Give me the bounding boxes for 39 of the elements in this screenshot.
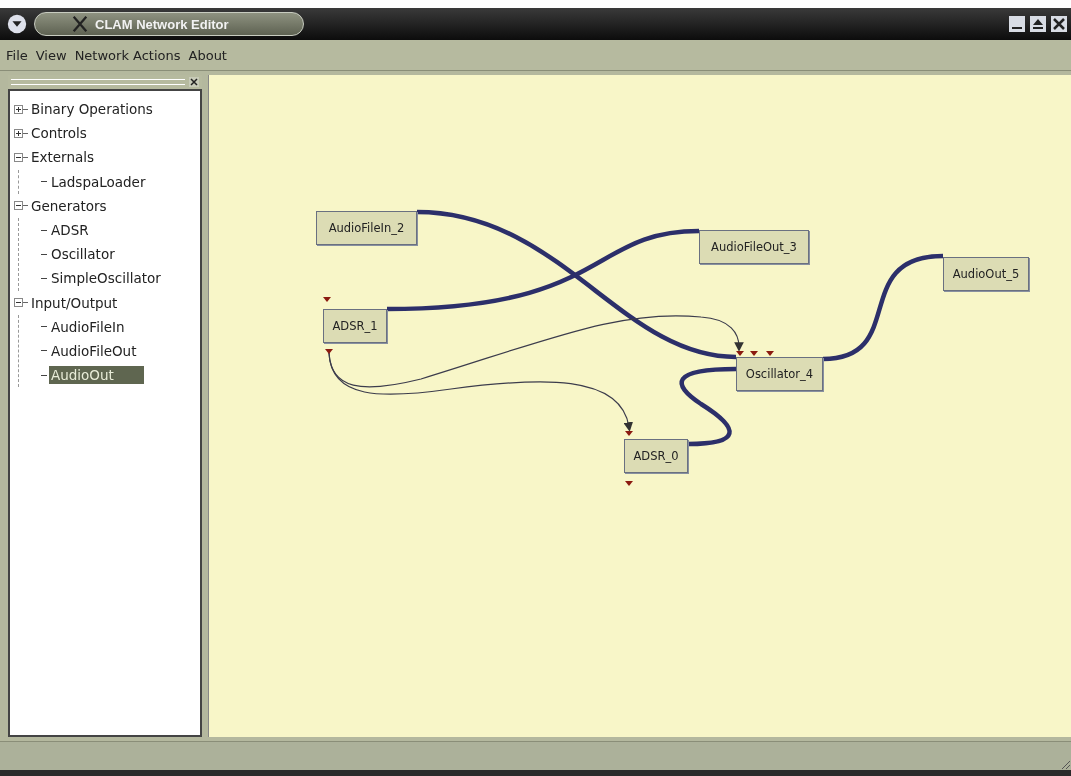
window-title: CLAM Network Editor xyxy=(95,16,229,32)
close-icon[interactable] xyxy=(1051,16,1067,32)
tree-item[interactable]: ADSR xyxy=(49,221,91,240)
menu-item[interactable]: File xyxy=(6,47,28,63)
expand-icon[interactable] xyxy=(14,104,23,114)
port-marker[interactable] xyxy=(323,297,331,302)
processing-node[interactable]: ADSR_1 xyxy=(323,309,387,343)
tree-item[interactable]: SimpleOscillator xyxy=(49,269,163,288)
collapse-icon[interactable] xyxy=(14,152,23,162)
tree-item[interactable]: LadspaLoader xyxy=(49,172,148,191)
processing-node[interactable]: ADSR_0 xyxy=(624,439,688,473)
collapse-icon[interactable] xyxy=(14,201,23,211)
port-marker[interactable] xyxy=(625,481,633,486)
menu-item[interactable]: View xyxy=(35,47,67,63)
menu-item[interactable]: About xyxy=(188,47,227,63)
size-grip-icon[interactable] xyxy=(1059,758,1071,770)
tree-item[interactable]: Externals xyxy=(29,148,97,167)
processing-node[interactable]: AudioFileIn_2 xyxy=(316,211,417,245)
processing-node[interactable]: Oscillator_4 xyxy=(736,357,823,391)
tree-item[interactable]: AudioOut xyxy=(49,366,144,385)
tree-item[interactable]: Binary Operations xyxy=(29,100,155,119)
menu-item[interactable]: Network Actions xyxy=(74,47,181,63)
tree-item[interactable]: Controls xyxy=(29,124,89,143)
maximize-icon[interactable] xyxy=(1030,16,1046,32)
processing-node[interactable]: AudioFileOut_3 xyxy=(699,230,809,264)
tree-item[interactable]: AudioFileOut xyxy=(49,341,139,360)
processing-node[interactable]: AudioOut_5 xyxy=(943,257,1029,291)
minimize-icon[interactable] xyxy=(1009,16,1025,32)
tree-item[interactable]: Oscillator xyxy=(49,245,117,264)
expand-icon[interactable] xyxy=(14,128,23,138)
collapse-icon[interactable] xyxy=(14,298,23,308)
port-marker[interactable] xyxy=(325,349,333,354)
port-marker[interactable] xyxy=(625,431,633,436)
window-menu-icon[interactable] xyxy=(6,13,28,35)
tree-item[interactable]: AudioFileIn xyxy=(49,317,127,336)
close-icon[interactable] xyxy=(189,77,199,87)
tree-item[interactable]: Input/Output xyxy=(29,293,120,312)
tree-item[interactable]: Generators xyxy=(29,196,109,215)
x-logo-icon xyxy=(71,15,89,33)
